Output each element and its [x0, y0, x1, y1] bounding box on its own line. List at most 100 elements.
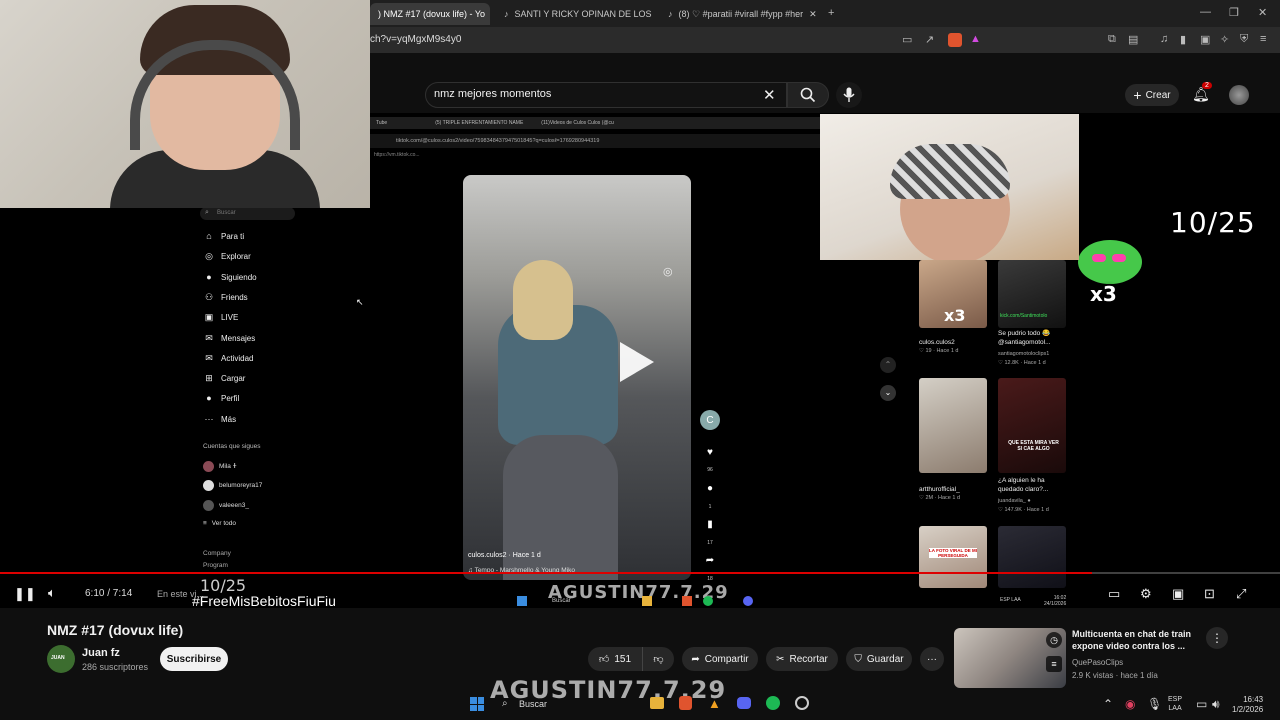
- embedded-tab: Tube: [376, 120, 388, 126]
- windows-icon[interactable]: [470, 697, 484, 711]
- dislike-button[interactable]: 👎︎: [642, 647, 674, 671]
- avatar-text: JUAN: [51, 655, 65, 661]
- plus-icon: +: [1133, 87, 1142, 103]
- subscriber-count: 286 suscriptores: [82, 662, 149, 672]
- discord-icon: [743, 596, 753, 606]
- fullscreen-icon[interactable]: ⤢: [1236, 586, 1246, 602]
- extensions-icon[interactable]: ⧉: [1108, 33, 1116, 46]
- tray-app-icon[interactable]: ◉: [1125, 697, 1135, 711]
- settings-icon[interactable]: ⚙: [1140, 586, 1152, 602]
- network-icon[interactable]: ▭: [1196, 697, 1207, 711]
- panel-icon[interactable]: ▮: [1180, 33, 1186, 46]
- share-icon[interactable]: ↗: [925, 33, 934, 46]
- new-tab-icon[interactable]: +: [828, 7, 834, 19]
- search-icon: [800, 87, 816, 103]
- time-display: 6:10 / 7:14: [85, 588, 133, 599]
- thumbnail: kick.com/Santimotolo: [998, 260, 1066, 328]
- following-name: valeeen3_: [219, 502, 249, 509]
- save-button[interactable]: ⛉ Guardar: [846, 647, 912, 671]
- app-icon[interactable]: ▲: [708, 696, 721, 711]
- clear-search-icon[interactable]: ✕: [763, 86, 776, 104]
- nav-label: Mensajes: [221, 334, 256, 343]
- minimize-icon[interactable]: —: [1200, 6, 1211, 18]
- account-avatar[interactable]: [1229, 85, 1249, 105]
- queue-icon[interactable]: ≡: [1046, 656, 1062, 672]
- taskbar-clock[interactable]: 16:43 1/2/2026: [1232, 695, 1263, 715]
- steam-icon[interactable]: [795, 696, 809, 710]
- tiktok-nav-mas: ··· Más: [203, 414, 237, 424]
- thumbnail: LA FOTO VIRAL DE MI PERSEGUIDA: [919, 526, 987, 588]
- avatar-icon: ●: [206, 272, 212, 282]
- voice-search-button[interactable]: [836, 82, 862, 108]
- microphone-icon[interactable]: 🎙︎: [1147, 697, 1162, 711]
- sidebar-icon[interactable]: ▤: [1128, 33, 1138, 46]
- scissors-icon: ✂: [776, 653, 785, 665]
- thumbs-up-icon: 👍︎: [598, 654, 610, 665]
- cast-icon[interactable]: ⊡: [1204, 586, 1215, 602]
- channel-name[interactable]: Juan fz: [82, 647, 120, 659]
- browser-tab-active[interactable]: ) NMZ #17 (dovux life) - Yo ✕: [370, 3, 490, 25]
- microphone-icon: [843, 87, 855, 102]
- more-actions-button[interactable]: ···: [920, 647, 944, 671]
- speaker-icon[interactable]: 🔊︎: [1212, 697, 1220, 712]
- brave-icon[interactable]: [679, 696, 692, 710]
- rewards-icon[interactable]: ▲: [970, 33, 981, 45]
- nav-label: Cargar: [221, 374, 246, 383]
- footer-link: Program: [203, 562, 228, 569]
- volume-icon[interactable]: 🔈︎: [48, 585, 56, 601]
- ai-icon[interactable]: ✧: [1220, 33, 1229, 46]
- chevron-down-icon: ⌄: [880, 385, 896, 401]
- thumbnail-label: kick.com/Santimotolo: [1000, 313, 1048, 319]
- music-icon[interactable]: ♫: [1160, 33, 1168, 45]
- watermark: AGUSTIN77.7.29: [548, 582, 729, 603]
- tiktok-caption: culos.culos2 · Hace 1 d: [468, 552, 541, 559]
- tiktok-icon: ♪: [504, 9, 509, 19]
- thumbnail: x3: [919, 260, 987, 328]
- maximize-icon[interactable]: ❐: [1229, 6, 1239, 19]
- recommended-title[interactable]: Multicuenta en chat de train expone vide…: [1072, 628, 1202, 652]
- create-button[interactable]: + Crear: [1125, 84, 1179, 106]
- window-close-icon[interactable]: ✕: [1258, 6, 1267, 19]
- notification-badge: 2: [1202, 82, 1212, 89]
- subscribe-button[interactable]: Suscribirse: [160, 647, 228, 671]
- more-vertical-icon[interactable]: ⋮: [1206, 627, 1228, 649]
- screen-icon[interactable]: ▭: [902, 33, 912, 46]
- recommended-thumbnail[interactable]: ◷ ≡: [954, 628, 1066, 688]
- discord-icon[interactable]: [737, 697, 751, 709]
- clip-button[interactable]: ✂ Recortar: [766, 647, 838, 671]
- tiktok-nav-explorar: ◎ Explorar: [203, 251, 251, 262]
- lang-line-1: ESP: [1168, 696, 1183, 703]
- home-icon: ⌂: [206, 231, 212, 241]
- chevron-up-icon: ⌃: [880, 357, 896, 373]
- save-label: Guardar: [866, 653, 904, 665]
- folder-icon[interactable]: [650, 697, 664, 709]
- browser-tab[interactable]: ♪ SANTI Y RICKY OPINAN DE LOS PIBE: [496, 3, 654, 25]
- miniplayer-icon[interactable]: ▣: [1172, 586, 1184, 602]
- menu-icon[interactable]: ≡: [1260, 33, 1266, 45]
- channel-avatar[interactable]: JUAN: [47, 645, 75, 673]
- subtitles-icon[interactable]: ▭: [1108, 586, 1120, 602]
- pause-icon[interactable]: ❚❚: [14, 586, 36, 602]
- keyboard-language[interactable]: ESP LAA: [1168, 695, 1182, 713]
- brave-shield-icon[interactable]: [948, 33, 962, 47]
- close-icon[interactable]: ✕: [809, 9, 817, 20]
- notifications-button[interactable]: 🔔︎ 2: [1192, 82, 1212, 104]
- like-button[interactable]: 👍︎ 151: [588, 647, 642, 671]
- thumbnail-meta: ♡ 147.9K · Hace 1 d: [998, 507, 1049, 513]
- footer-link: Company: [203, 550, 231, 557]
- clock-icon[interactable]: ◷: [1046, 632, 1062, 648]
- vpn-icon[interactable]: ⛨: [1240, 33, 1248, 46]
- inner-tray-date: 24/1/2026: [1044, 601, 1067, 607]
- search-button[interactable]: [787, 82, 829, 108]
- embedded-browser-tabs: Tube (5) TRIPLE ENFRENTAMIENTO NAME (11)…: [370, 117, 820, 129]
- address-url[interactable]: ch?v=yqMgxM9s4y0: [370, 34, 461, 45]
- share-label: Compartir: [704, 653, 749, 665]
- share-button[interactable]: ➦ Compartir: [682, 647, 758, 671]
- wallet-icon[interactable]: ▣: [1200, 33, 1210, 46]
- chevron-up-icon[interactable]: ⌃: [1103, 697, 1113, 711]
- spotify-icon[interactable]: [766, 696, 780, 710]
- following-item: belumoreyra17: [203, 480, 262, 491]
- browser-tab[interactable]: ♪ (8) ♡ #paratii #virall #fypp #her ✕: [660, 3, 820, 25]
- share-icon: ➦: [705, 555, 715, 566]
- nav-label: Siguiendo: [221, 272, 257, 282]
